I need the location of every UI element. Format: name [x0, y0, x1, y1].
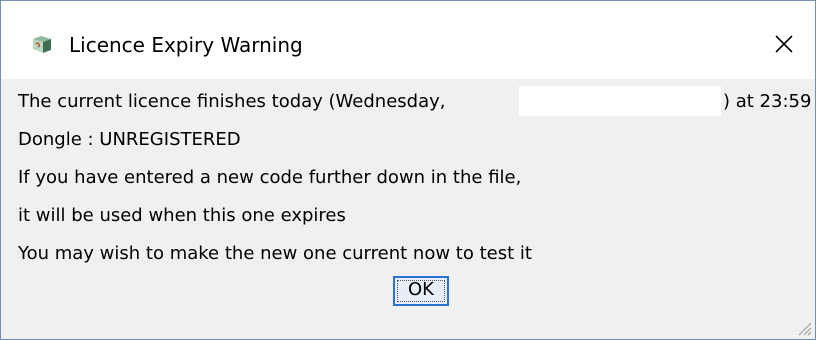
close-icon [775, 35, 793, 53]
java-cup-icon [31, 33, 53, 55]
dongle-status-text: Dongle : UNREGISTERED [18, 129, 241, 150]
test-suggestion-text: You may wish to make the new one current… [18, 243, 532, 264]
title-bar[interactable]: Licence Expiry Warning [1, 1, 815, 79]
new-code-info-text: If you have entered a new code further d… [18, 167, 522, 188]
new-code-expiry-text: it will be used when this one expires [18, 205, 346, 226]
redacted-date [519, 86, 721, 116]
ok-button[interactable]: OK [393, 276, 449, 306]
dialog-body: The current licence finishes today (Wedn… [1, 79, 815, 339]
licence-finish-time-text: ) at 23:59 [723, 91, 812, 112]
resize-grip-icon[interactable] [793, 317, 813, 337]
ok-button-label: OK [408, 279, 434, 300]
close-button[interactable] [767, 27, 801, 61]
window-title: Licence Expiry Warning [69, 33, 303, 57]
licence-finish-text: The current licence finishes today (Wedn… [18, 91, 446, 112]
licence-expiry-dialog: Licence Expiry Warning The current licen… [0, 0, 816, 340]
